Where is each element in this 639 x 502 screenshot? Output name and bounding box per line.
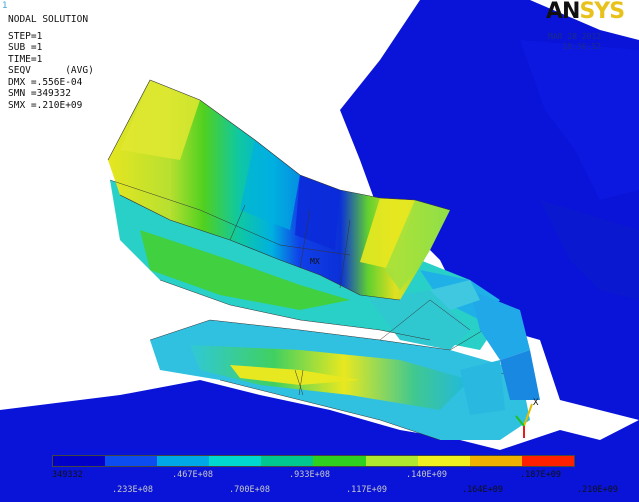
window-number: 1: [2, 1, 8, 11]
info-panel: NODAL SOLUTION STEP=1 SUB =1 TIME=1 SEQV…: [8, 14, 94, 111]
time-text: 18:36:52: [562, 42, 601, 51]
legend-color-bar: [52, 455, 575, 467]
smx-value: SMX =.210E+09: [8, 99, 83, 111]
legend-swatch-3: [157, 456, 210, 466]
max-marker: MX: [310, 257, 320, 266]
seqv-value: SEQV (AVG): [8, 65, 94, 76]
legend-swatch-6: [313, 456, 366, 466]
legend-label-faded-2: .933E+08: [289, 470, 330, 480]
sub-value: SUB =1: [8, 42, 43, 53]
legend-label-max: .210E+09: [577, 485, 618, 495]
legend-label-faded-1: .467E+08: [172, 470, 213, 480]
legend-label-faded-6: .117E+09: [346, 485, 387, 495]
step-value: STEP=1: [8, 30, 43, 42]
triad-x-label: X: [533, 398, 539, 408]
time-value: TIME=1: [8, 53, 43, 65]
legend-label-faded-3: .140E+09: [406, 470, 447, 480]
axis-triad-icon: X: [515, 398, 539, 438]
legend-swatch-8: [417, 456, 470, 466]
legend-swatch-9: [469, 456, 522, 466]
ansys-logo: ANSYS: [546, 0, 625, 24]
logo-part-an: AN: [546, 0, 580, 24]
legend-label-164: .164E+09: [462, 485, 503, 495]
legend-swatch-2: [105, 456, 158, 466]
legend-swatch-1: [53, 456, 106, 466]
legend-label-faded-4: .233E+08: [112, 485, 153, 495]
datestamp: MAR 28 2012 18:36:52: [548, 32, 601, 52]
dmx-value: DMX =.556E-04: [8, 76, 83, 88]
legend-swatch-7: [365, 456, 418, 466]
legend-swatch-10: [521, 456, 574, 466]
legend-label-187: .187E+09: [520, 470, 561, 480]
logo-part-sys: SYS: [579, 0, 625, 24]
plot-title: NODAL SOLUTION: [8, 14, 89, 25]
legend-label-min: 349332: [52, 470, 83, 480]
smn-value: SMN =349332: [8, 88, 71, 99]
legend-label-faded-5: .700E+08: [229, 485, 270, 495]
legend-swatch-5: [261, 456, 314, 466]
legend-swatch-4: [209, 456, 262, 466]
date-text: MAR 28 2012: [548, 32, 601, 41]
